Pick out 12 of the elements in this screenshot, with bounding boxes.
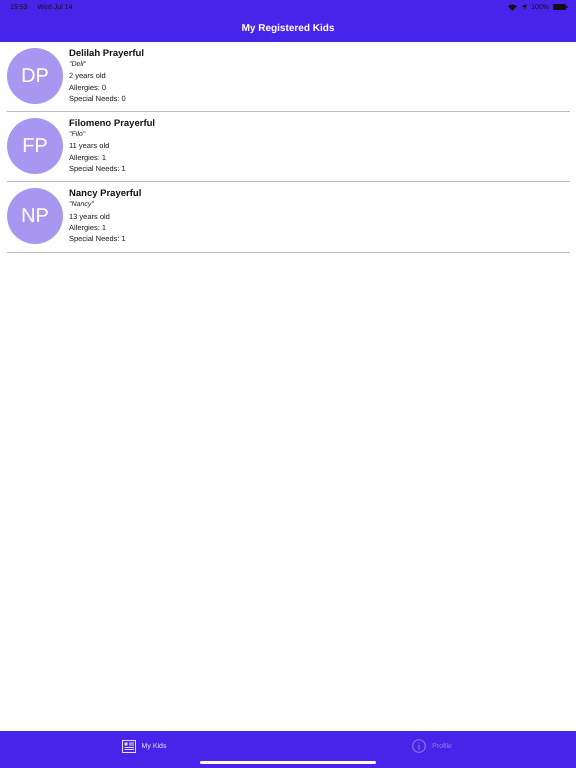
info-icon <box>412 739 426 753</box>
kid-name: Delilah Prayerful <box>69 48 144 59</box>
list-icon <box>122 740 136 752</box>
nav-title: My Registered Kids <box>242 22 334 34</box>
location-icon <box>521 4 528 10</box>
avatar-initials: DP <box>7 48 63 104</box>
kid-name: Nancy Prayerful <box>69 188 142 200</box>
kid-name: Filomeno Prayerful <box>69 118 156 130</box>
avatar-initials: NP <box>7 188 63 244</box>
battery-icon <box>553 4 568 10</box>
wifi-icon <box>508 4 518 10</box>
avatar-initials: FP <box>7 118 63 174</box>
